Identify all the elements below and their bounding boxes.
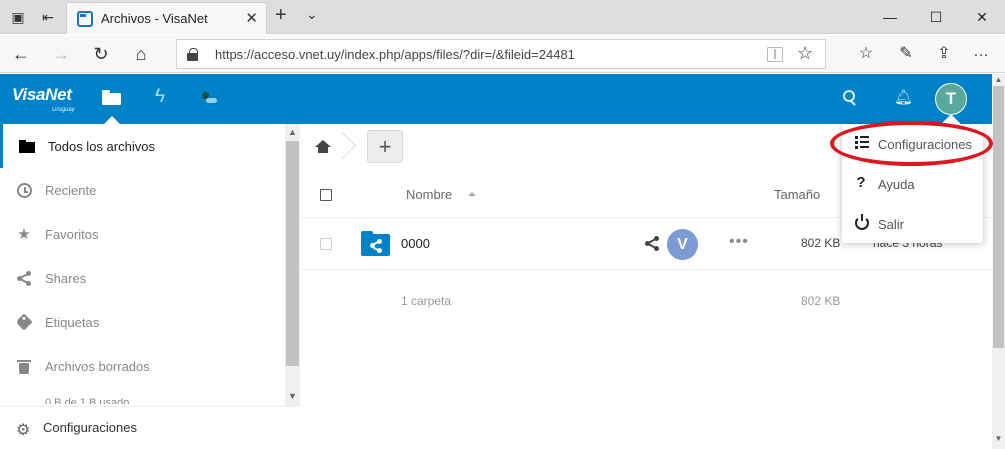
browser-tab[interactable]: Archivos - VisaNet ✕ xyxy=(66,2,267,34)
more-actions-icon[interactable]: ••• xyxy=(729,233,749,251)
breadcrumb-separator xyxy=(341,132,355,162)
sidebar-item-label: Reciente xyxy=(45,182,97,198)
sidebar-item-favorites[interactable]: ★ Favoritos xyxy=(0,212,285,256)
browser-tab-bar: ▣ ⇤ Archivos - VisaNet ✕ + ⌄ — ☐ ✕ xyxy=(0,0,1005,34)
gear-icon: ⚙ xyxy=(16,422,31,439)
active-app-indicator xyxy=(104,116,120,124)
sort-ascending-icon xyxy=(468,192,476,196)
sidebar-item-label: Todos los archivos xyxy=(48,138,155,154)
activity-icon[interactable]: ϟ xyxy=(155,86,165,108)
sidebar-item-shares[interactable]: Shares xyxy=(0,256,285,300)
pen-icon[interactable]: ✎ xyxy=(895,43,917,63)
forward-icon[interactable]: → xyxy=(50,43,72,65)
browser-address-bar: ← → ↻ ⌂ https://acceso.vnet.uy/index.php… xyxy=(0,35,1005,73)
files-app-icon[interactable] xyxy=(102,90,121,105)
home-icon[interactable]: ⌂ xyxy=(130,43,152,65)
url-field[interactable]: https://acceso.vnet.uy/index.php/apps/fi… xyxy=(176,39,826,69)
help-icon: ? xyxy=(856,174,866,191)
sidebar-item-recent[interactable]: Reciente xyxy=(0,168,285,212)
more-icon[interactable]: … xyxy=(970,43,992,61)
page-scrollbar-thumb[interactable] xyxy=(993,86,1004,348)
tab-actions-icon[interactable]: ▣ xyxy=(8,7,28,27)
tab-list-chevron-icon[interactable]: ⌄ xyxy=(306,6,318,23)
favorites-hub-icon[interactable]: ☆ xyxy=(855,43,877,63)
scroll-up-icon[interactable]: ▲ xyxy=(993,75,1004,84)
settings-list-icon xyxy=(855,136,869,149)
share-icon[interactable]: ⇪ xyxy=(933,43,955,63)
file-name[interactable]: 0000 xyxy=(401,236,430,251)
page-scrollbar[interactable]: ▲ ▼ xyxy=(992,74,1005,449)
brand-subtitle: Uruguay xyxy=(52,107,75,113)
menu-item-label: Configuraciones xyxy=(878,137,972,152)
share-icon[interactable] xyxy=(644,235,660,251)
summary-size: 802 KB xyxy=(801,294,841,308)
url-text[interactable]: https://acceso.vnet.uy/index.php/apps/fi… xyxy=(215,47,575,62)
power-icon xyxy=(855,214,869,230)
column-size-header[interactable]: Tamaño xyxy=(774,187,820,202)
menu-item-settings[interactable]: Configuraciones xyxy=(842,124,983,164)
file-size: 802 KB xyxy=(801,236,841,250)
minimize-icon[interactable]: — xyxy=(867,0,913,34)
add-new-button[interactable]: + xyxy=(367,130,403,163)
menu-item-label: Salir xyxy=(878,217,905,232)
scroll-up-icon[interactable]: ▲ xyxy=(287,126,298,138)
trash-icon xyxy=(16,358,32,374)
refresh-icon[interactable]: ↻ xyxy=(90,43,112,65)
reading-view-icon[interactable] xyxy=(767,47,783,62)
window-controls: — ☐ ✕ xyxy=(867,0,1005,34)
folder-share-badge-icon xyxy=(370,239,382,253)
user-menu: Configuraciones ? Ayuda Salir xyxy=(842,114,983,244)
new-tab-icon[interactable]: + xyxy=(275,4,287,27)
tab-close-icon[interactable]: ✕ xyxy=(245,9,258,27)
sidebar: Todos los archivos Reciente ★ Favoritos … xyxy=(0,124,300,449)
maximize-icon[interactable]: ☐ xyxy=(913,0,959,34)
user-avatar[interactable]: T xyxy=(935,83,967,115)
sidebar-item-label: Etiquetas xyxy=(45,314,100,330)
clock-icon xyxy=(16,182,32,198)
favorite-star-icon[interactable]: ☆ xyxy=(797,43,813,64)
user-avatar-initial: T xyxy=(945,89,957,108)
sidebar-settings-label: Configuraciones xyxy=(43,420,137,435)
sidebar-item-deleted-files[interactable]: Archivos borrados xyxy=(0,344,285,388)
sidebar-item-label: Favoritos xyxy=(45,226,99,242)
back-icon[interactable]: ← xyxy=(10,43,32,65)
folder-icon xyxy=(19,138,35,154)
sidebar-item-all-files[interactable]: Todos los archivos xyxy=(0,124,285,168)
share-icon xyxy=(16,270,32,286)
shared-with-initial: V xyxy=(677,235,688,253)
tab-title: Archivos - VisaNet xyxy=(101,11,208,26)
breadcrumb-home-icon[interactable] xyxy=(315,140,331,154)
menu-item-logout[interactable]: Salir xyxy=(842,204,983,244)
sidebar-item-label: Shares xyxy=(45,270,87,286)
shared-with-avatar[interactable]: V xyxy=(667,229,698,260)
quota-text: 0 B de 1 B usado xyxy=(45,397,130,404)
notifications-bell-icon[interactable]: 🔔︎ xyxy=(894,88,913,106)
close-icon[interactable]: ✕ xyxy=(959,0,1005,34)
sidebar-item-label: Archivos borrados xyxy=(45,358,150,374)
app-header: VisaNet Uruguay ϟ 🔔︎ T xyxy=(0,74,992,124)
column-name-header[interactable]: Nombre xyxy=(406,187,452,202)
menu-item-help[interactable]: ? Ayuda xyxy=(842,164,983,204)
sidebar-settings-button[interactable]: ⚙ Configuraciones xyxy=(0,406,300,449)
lock-icon xyxy=(187,48,198,61)
sidebar-item-tags[interactable]: Etiquetas xyxy=(0,300,285,344)
search-icon[interactable] xyxy=(842,89,860,107)
brand-logo[interactable]: VisaNet xyxy=(12,85,72,105)
sidebar-scrollbar-thumb[interactable] xyxy=(286,141,299,366)
scroll-down-icon[interactable]: ▼ xyxy=(993,434,1004,443)
sidebar-scrollbar[interactable]: ▲ ▼ xyxy=(285,124,300,406)
menu-item-label: Ayuda xyxy=(878,177,915,192)
summary-count: 1 carpeta xyxy=(401,294,452,308)
tab-favicon-icon xyxy=(77,11,93,27)
tag-icon xyxy=(15,313,33,331)
scroll-down-icon[interactable]: ▼ xyxy=(287,390,298,402)
set-aside-tabs-icon[interactable]: ⇤ xyxy=(38,7,58,27)
select-all-checkbox[interactable] xyxy=(320,189,332,201)
app-launcher-icon[interactable] xyxy=(200,92,218,104)
star-icon: ★ xyxy=(17,226,31,243)
row-select-checkbox[interactable] xyxy=(320,238,332,250)
